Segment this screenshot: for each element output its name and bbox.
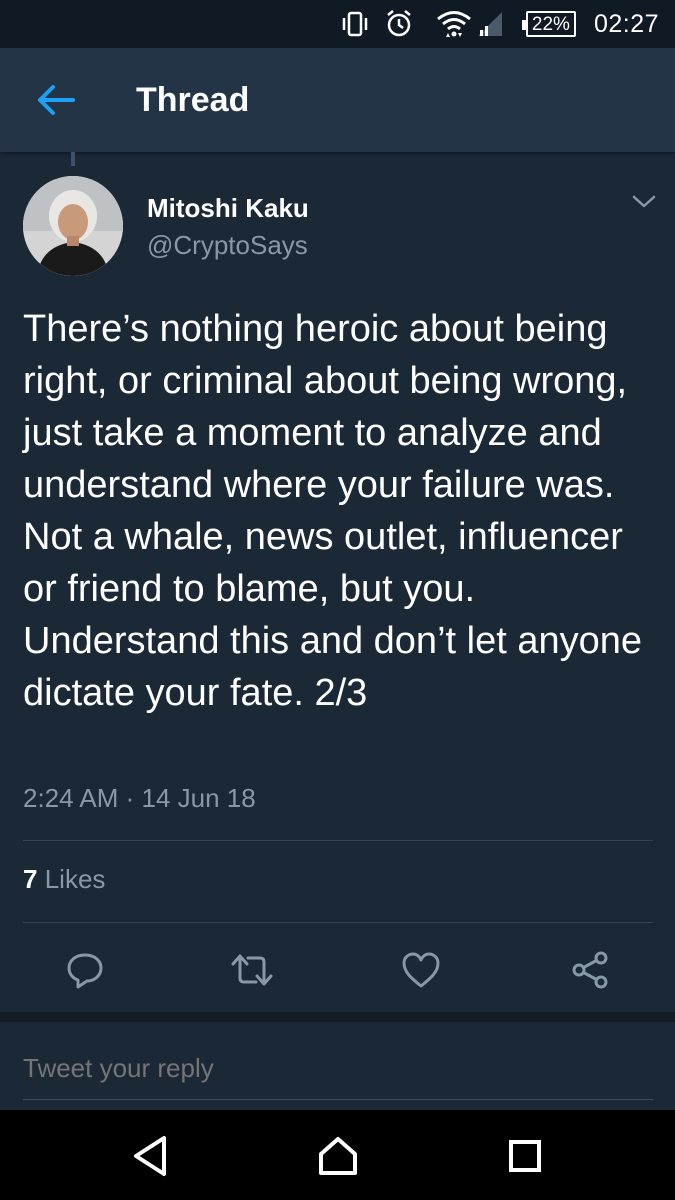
tweet-text: There’s nothing heroic about being right…	[23, 308, 642, 714]
reply-button[interactable]	[63, 948, 107, 992]
tweet-menu-button[interactable]	[626, 188, 662, 216]
chevron-down-icon	[632, 195, 656, 208]
top-app-bar: Thread	[0, 48, 675, 152]
triangle-back-icon	[134, 1136, 166, 1176]
retweet-button[interactable]	[230, 948, 274, 992]
author-handle[interactable]: @CryptoSays	[147, 230, 308, 261]
nav-recents-button[interactable]	[497, 1130, 553, 1182]
likes-stat[interactable]: 7 Likes	[23, 864, 105, 895]
signal-icon	[476, 10, 504, 38]
nav-home-button[interactable]	[310, 1130, 366, 1182]
reply-input[interactable]	[23, 1050, 653, 1100]
battery-percent: 22%	[531, 13, 570, 35]
reply-icon	[67, 953, 103, 989]
back-button[interactable]	[26, 70, 86, 130]
alarm-icon	[384, 9, 414, 39]
arrow-left-icon	[38, 85, 75, 115]
tweet-timestamp: 2:24 AM · 14 Jun 18	[23, 783, 256, 813]
likes-label: Likes	[44, 864, 106, 894]
thread-connector-line	[71, 152, 75, 166]
section-separator	[0, 1012, 675, 1022]
system-nav-bar	[0, 1110, 675, 1200]
clock: 02:27	[593, 9, 659, 38]
share-button[interactable]	[568, 948, 612, 992]
avatar[interactable]	[23, 176, 123, 276]
home-icon	[319, 1137, 357, 1175]
divider	[23, 922, 653, 923]
battery-icon: 22%	[521, 11, 576, 37]
likes-count: 7	[23, 864, 38, 894]
wifi-icon	[436, 9, 472, 39]
vibrate-icon	[340, 10, 370, 38]
status-bar: 22% 02:27	[0, 0, 675, 48]
nav-back-button[interactable]	[122, 1130, 178, 1182]
square-recents-icon	[509, 1140, 541, 1172]
share-icon	[572, 951, 608, 989]
heart-icon	[402, 952, 440, 988]
divider	[23, 840, 653, 841]
tweet-actions	[0, 940, 675, 1000]
like-button[interactable]	[399, 948, 443, 992]
page-title: Thread	[136, 80, 250, 119]
retweet-icon	[231, 954, 273, 986]
author-name[interactable]: Mitoshi Kaku	[147, 193, 309, 224]
